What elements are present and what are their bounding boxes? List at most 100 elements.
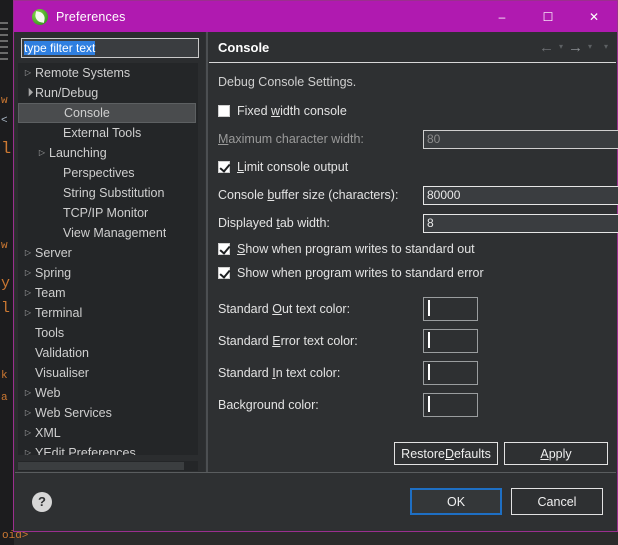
page-menu-icon[interactable]: ▾ bbox=[602, 43, 610, 51]
tree-item-label: Console bbox=[64, 106, 110, 120]
tree-item-string-substitution[interactable]: String Substitution bbox=[18, 183, 198, 203]
row-displayed-tab-width: Displayed tab width: 8 bbox=[218, 209, 618, 237]
back-arrow-icon[interactable]: ← bbox=[538, 40, 555, 55]
swatch-fill bbox=[428, 332, 430, 348]
back-dropdown-icon[interactable]: ▾ bbox=[557, 43, 565, 51]
tree-item-label: Validation bbox=[35, 346, 89, 360]
close-button[interactable]: ✕ bbox=[571, 1, 617, 32]
tree-item-label: Tools bbox=[35, 326, 65, 340]
minimize-button[interactable]: – bbox=[479, 1, 525, 32]
input-maximum-character-width[interactable]: 80 bbox=[423, 129, 618, 149]
tree-item-tools[interactable]: Tools bbox=[18, 323, 198, 343]
row-limit-console-output[interactable]: Limit console output bbox=[218, 153, 607, 181]
tree-item-label: Web bbox=[35, 386, 61, 400]
tree-item-view-management[interactable]: View Management bbox=[18, 223, 198, 243]
swatch-standard-error-color[interactable] bbox=[423, 329, 478, 353]
row-standard-error-color: Standard Error text color: bbox=[218, 325, 607, 357]
window-title: Preferences bbox=[56, 9, 126, 24]
chevron-right-icon[interactable] bbox=[21, 449, 35, 455]
input-displayed-tab-width[interactable]: 8 bbox=[423, 213, 618, 233]
tree-item-label: View Management bbox=[63, 226, 167, 240]
preferences-tree[interactable]: Remote Systems Run/Debug Console External T… bbox=[18, 63, 198, 455]
checkbox-limit-console-output[interactable] bbox=[218, 161, 230, 173]
swatch-fill bbox=[428, 396, 430, 412]
tree-item-launching[interactable]: Launching bbox=[18, 143, 198, 163]
row-fixed-width-console[interactable]: Fixed width console bbox=[218, 97, 607, 125]
close-icon: ✕ bbox=[588, 9, 600, 24]
ok-button[interactable]: OK bbox=[410, 488, 502, 515]
dialog-footer: ? OK Cancel bbox=[15, 472, 616, 530]
tree-item-run-debug[interactable]: Run/Debug bbox=[18, 83, 198, 103]
tree-item-label: Run/Debug bbox=[35, 86, 99, 100]
chevron-right-icon[interactable] bbox=[21, 69, 35, 77]
row-show-standard-error[interactable]: Show when program writes to standard err… bbox=[218, 261, 607, 285]
restore-defaults-button[interactable]: Restore Defaults bbox=[394, 442, 498, 465]
label-standard-in-color: Standard In text color: bbox=[218, 366, 341, 380]
tree-horizontal-scrollbar[interactable] bbox=[18, 461, 198, 471]
chevron-right-icon[interactable] bbox=[21, 309, 35, 317]
tree-item-validation[interactable]: Validation bbox=[18, 343, 198, 363]
chevron-right-icon[interactable] bbox=[35, 149, 49, 157]
checkbox-fixed-width-console[interactable] bbox=[218, 105, 230, 117]
chevron-right-icon[interactable] bbox=[21, 409, 35, 417]
chevron-right-icon[interactable] bbox=[21, 249, 35, 257]
page-title: Console bbox=[218, 39, 270, 55]
label-show-standard-error: Show when program writes to standard err… bbox=[237, 266, 484, 280]
cancel-button[interactable]: Cancel bbox=[511, 488, 603, 515]
tree-item-tcp-ip-monitor[interactable]: TCP/IP Monitor bbox=[18, 203, 198, 223]
input-console-buffer-size[interactable]: 80000 bbox=[423, 185, 618, 205]
pane-divider[interactable] bbox=[206, 32, 208, 473]
swatch-standard-in-color[interactable] bbox=[423, 361, 478, 385]
tree-item-label: External Tools bbox=[63, 126, 142, 140]
chevron-right-icon[interactable] bbox=[21, 289, 35, 297]
chevron-down-icon[interactable] bbox=[21, 89, 35, 97]
tree-item-web[interactable]: Web bbox=[18, 383, 198, 403]
tree-item-web-services[interactable]: Web Services bbox=[18, 403, 198, 423]
tree-item-server[interactable]: Server bbox=[18, 243, 198, 263]
tree-item-console[interactable]: Console bbox=[18, 103, 196, 123]
label-standard-error-color: Standard Error text color: bbox=[218, 334, 358, 348]
swatch-fill bbox=[428, 300, 430, 316]
filter-container: type filter text bbox=[15, 32, 205, 58]
window-titlebar[interactable]: Preferences – ☐ ✕ bbox=[14, 1, 617, 32]
row-standard-out-color: Standard Out text color: bbox=[218, 293, 607, 325]
checkbox-show-standard-out[interactable] bbox=[218, 243, 230, 255]
spring-leaf-icon bbox=[32, 8, 48, 25]
label-standard-out-color: Standard Out text color: bbox=[218, 302, 351, 316]
filter-input[interactable]: type filter text bbox=[21, 38, 199, 58]
tree-item-label: Server bbox=[35, 246, 72, 260]
row-show-standard-out[interactable]: Show when program writes to standard out bbox=[218, 237, 607, 261]
swatch-standard-out-color[interactable] bbox=[423, 297, 478, 321]
label-displayed-tab-width: Displayed tab width: bbox=[218, 216, 330, 230]
label-limit-console-output: Limit console output bbox=[237, 160, 349, 174]
tree-item-xml[interactable]: XML bbox=[18, 423, 198, 443]
tree-item-terminal[interactable]: Terminal bbox=[18, 303, 198, 323]
chevron-right-icon[interactable] bbox=[21, 269, 35, 277]
tree-item-yedit-preferences[interactable]: YEdit Preferences bbox=[18, 443, 198, 455]
swatch-background-color[interactable] bbox=[423, 393, 478, 417]
scrollbar-thumb[interactable] bbox=[18, 462, 184, 470]
forward-dropdown-icon[interactable]: ▾ bbox=[586, 43, 594, 51]
checkbox-show-standard-error[interactable] bbox=[218, 267, 230, 279]
apply-button[interactable]: Apply bbox=[504, 442, 608, 465]
help-icon[interactable]: ? bbox=[32, 491, 52, 512]
maximize-button[interactable]: ☐ bbox=[525, 1, 571, 32]
tree-item-external-tools[interactable]: External Tools bbox=[18, 123, 198, 143]
chevron-right-icon[interactable] bbox=[21, 429, 35, 437]
chevron-right-icon[interactable] bbox=[21, 389, 35, 397]
swatch-fill bbox=[428, 364, 430, 380]
dialog-body: type filter text Remote Systems Run/Debug… bbox=[14, 32, 618, 531]
tree-item-perspectives[interactable]: Perspectives bbox=[18, 163, 198, 183]
tree-item-spring[interactable]: Spring bbox=[18, 263, 198, 283]
background-ruler-lines bbox=[0, 22, 8, 62]
tree-item-label: Remote Systems bbox=[35, 66, 131, 80]
tree-item-team[interactable]: Team bbox=[18, 283, 198, 303]
forward-arrow-icon[interactable]: → bbox=[567, 40, 584, 55]
tree-item-remote-systems[interactable]: Remote Systems bbox=[18, 63, 198, 83]
filter-input-value: type filter text bbox=[24, 41, 96, 55]
tree-item-visualiser[interactable]: Visualiser bbox=[18, 363, 198, 383]
label-fixed-width-console: Fixed width console bbox=[237, 104, 347, 118]
tree-item-label: Team bbox=[35, 286, 66, 300]
tree-item-label: TCP/IP Monitor bbox=[63, 206, 149, 220]
maximize-icon: ☐ bbox=[542, 9, 554, 24]
